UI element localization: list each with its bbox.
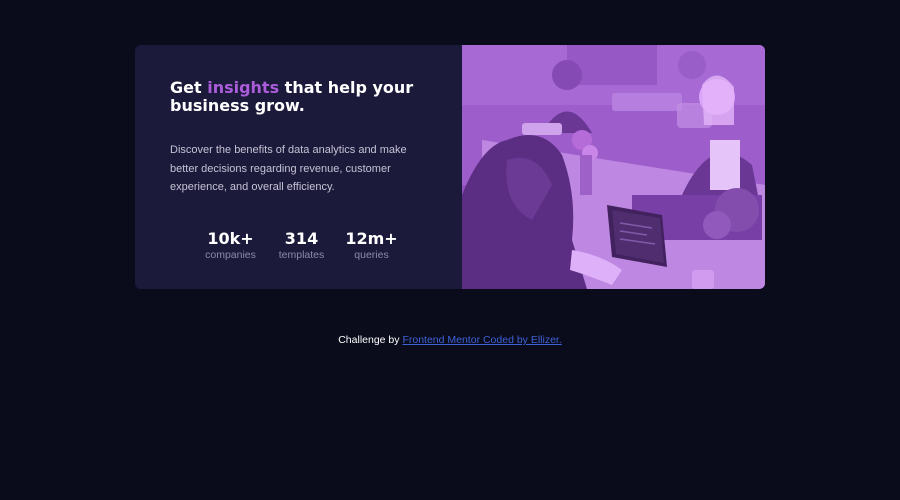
stat-value: 10k+ <box>207 229 254 248</box>
stat-templates: 314 templates <box>263 231 340 262</box>
headline: Get insights that help your business gro… <box>170 79 430 115</box>
stat-label: queries <box>354 249 389 261</box>
stat-value: 12m+ <box>345 229 398 248</box>
office-photo-illustration <box>462 45 765 289</box>
headline-accent-word: insights <box>207 78 280 97</box>
headline-text-start: Get <box>170 78 208 97</box>
stats-preview-card: Get insights that help your business gro… <box>135 45 765 289</box>
stat-label: templates <box>278 249 325 261</box>
stat-companies: 10k+ companies <box>200 231 261 262</box>
stat-value: 314 <box>284 229 319 248</box>
stat-queries: 12m+ queries <box>342 231 401 262</box>
stats-row: 10k+ companies 314 templates 12m+ querie… <box>200 231 401 262</box>
stat-label: companies <box>205 249 256 261</box>
header-image <box>462 45 765 289</box>
card-content: Get insights that help your business gro… <box>170 79 430 197</box>
description: Discover the benefits of data analytics … <box>170 144 407 193</box>
attribution-prefix: Challenge by <box>338 334 403 346</box>
attribution-link[interactable]: Frontend Mentor Coded by Ellizer. <box>402 334 561 346</box>
attribution: Challenge by Frontend Mentor Coded by El… <box>0 334 900 346</box>
